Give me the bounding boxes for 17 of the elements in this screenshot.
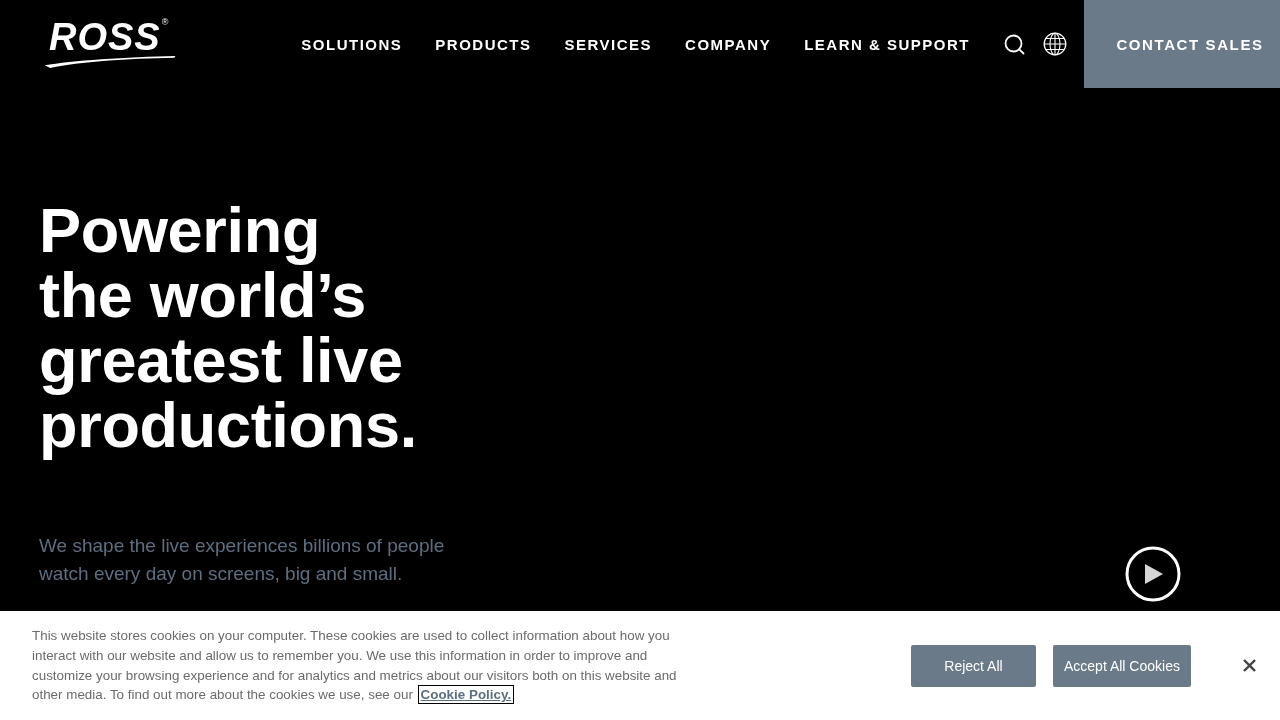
cookie-notice-text: This website stores cookies on your computer. These cookies are used to collect information about how you interact with our website and allow us to remember you. We use this information in order to improve and customize your browsing experience and for analytics and metrics about our visitors both on this website and other media. To find out more about the cookies we use, see our Cookie Policy. bbox=[32, 626, 678, 705]
search-icon[interactable] bbox=[1004, 33, 1025, 55]
nav-link[interactable]: COMPANY bbox=[685, 35, 772, 53]
contact-sales-button[interactable]: CONTACT SALES bbox=[1084, 0, 1280, 88]
cookie-policy-link[interactable]: Cookie Policy. bbox=[419, 687, 513, 703]
nav-link[interactable]: SERVICES bbox=[564, 35, 653, 53]
nav-link[interactable]: SOLUTIONS bbox=[301, 35, 403, 53]
logo-link[interactable]: ROSS$^{®}$ bbox=[39, 19, 183, 69]
play-button[interactable] bbox=[1125, 546, 1181, 602]
globe-icon[interactable] bbox=[1043, 32, 1067, 56]
nav-link[interactable]: LEARN & SUPPORT bbox=[804, 35, 970, 53]
nav-link[interactable]: PRODUCTS bbox=[435, 35, 532, 53]
hero-heading: Powering the world’s greatest live productions. bbox=[39, 198, 418, 458]
close-icon[interactable] bbox=[1242, 659, 1256, 672]
hero-subtitle: We shape the live experiences billions of people watch every day on screens, big and small. bbox=[39, 534, 445, 586]
accept-all-cookies-button[interactable]: Accept All Cookies bbox=[1053, 644, 1191, 687]
reject-all-button[interactable]: Reject All bbox=[911, 644, 1036, 687]
